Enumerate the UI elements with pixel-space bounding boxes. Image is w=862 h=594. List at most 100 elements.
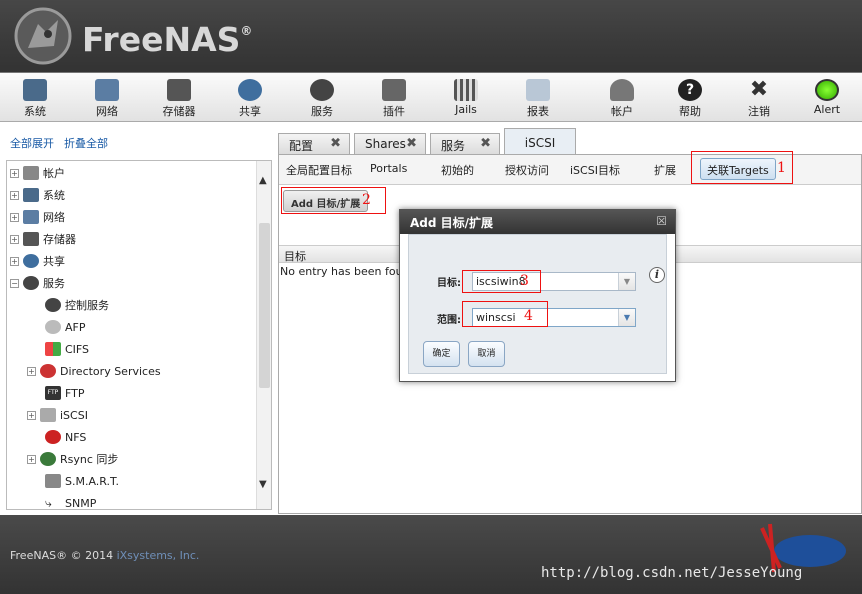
close-tab-icon[interactable]: ✖ (480, 136, 491, 151)
subtab-authorized-access[interactable]: 授权访问 (505, 162, 549, 178)
toolbar-jails-button[interactable]: Jails (436, 77, 496, 121)
expand-toggle-icon[interactable]: + (27, 454, 36, 464)
services-icon (310, 79, 334, 101)
toolbar-plugins-button[interactable]: 插件 (364, 77, 424, 121)
scrollbar-thumb[interactable] (259, 223, 270, 388)
chevron-down-icon[interactable]: ▼ (618, 273, 635, 290)
toolbar-reporting-button[interactable]: 报表 (508, 77, 568, 121)
tree-item-directory-services[interactable]: + Directory Services (27, 361, 161, 381)
freenas-logo-icon (14, 7, 72, 65)
subtab-target-global-config[interactable]: 全局配置目标 (286, 162, 352, 178)
close-tab-icon[interactable]: ✖ (330, 136, 341, 151)
watermark-text: http://blog.csdn.net/JesseYoung (541, 565, 803, 581)
tree-item-account[interactable]: + 帐户 (10, 163, 65, 183)
tab-services[interactable]: 服务 ✖ (430, 133, 500, 154)
storage-icon (23, 232, 39, 246)
scroll-up-icon[interactable]: ▲ (259, 175, 267, 186)
subtab-iscsi-targets[interactable]: iSCSI目标 (570, 162, 620, 178)
rsync-icon (40, 452, 56, 466)
extent-select[interactable]: winscsi ▼ (472, 308, 636, 327)
subtab-extents[interactable]: 扩展 (654, 162, 676, 178)
toolbar-services-button[interactable]: 服务 (292, 77, 352, 121)
toolbar-storage-button[interactable]: 存储器 (149, 77, 209, 121)
expand-toggle-icon[interactable]: + (10, 256, 19, 266)
add-target-extent-button[interactable]: Add 目标/扩展 (283, 190, 369, 212)
tree-item-afp[interactable]: AFP (45, 317, 86, 337)
toolbar-logout-button[interactable]: ✖ 注销 (729, 77, 789, 121)
tab-shares[interactable]: Shares ✖ (354, 133, 426, 154)
footer-copyright: FreeNAS® © 2014 iXsystems, Inc. (10, 549, 200, 562)
close-tab-icon[interactable]: ✖ (406, 136, 417, 151)
tab-iscsi[interactable]: iSCSI (504, 128, 576, 155)
tree-item-iscsi[interactable]: + iSCSI (27, 405, 88, 425)
collapse-all-link[interactable]: 折叠全部 (64, 137, 108, 150)
toolbar-help-button[interactable]: ? 帮助 (660, 77, 720, 121)
snmp-icon: ⤷ (45, 496, 52, 510)
windows-icon (45, 342, 61, 356)
chevron-down-icon[interactable]: ▼ (618, 309, 635, 326)
company-link[interactable]: iXsystems, Inc. (117, 549, 200, 562)
toolbar-account-button[interactable]: 帐户 (592, 77, 652, 121)
system-icon (23, 79, 47, 101)
toolbar-network-button[interactable]: 网络 (77, 77, 137, 121)
target-select[interactable]: iscsiwin8 ▼ (472, 272, 636, 291)
alert-icon (815, 79, 839, 101)
plugins-icon (382, 79, 406, 101)
help-icon: ? (678, 79, 702, 101)
expand-toggle-icon[interactable]: + (27, 366, 36, 376)
tree-item-smart[interactable]: S.M.A.R.T. (45, 471, 119, 491)
annotation-number-2: 2 (362, 192, 371, 208)
tree-item-services[interactable]: − 服务 (10, 273, 65, 293)
extent-label: 范围: (437, 315, 461, 326)
close-dialog-icon[interactable]: ☒ (656, 214, 667, 228)
ok-button[interactable]: 确定 (423, 341, 460, 367)
expand-toggle-icon[interactable]: + (10, 190, 19, 200)
iscsi-subtabs: 全局配置目标 Portals 初始的 授权访问 iSCSI目标 扩展 关联Tar… (279, 155, 861, 185)
collapse-toggle-icon[interactable]: − (10, 278, 19, 288)
cancel-button[interactable]: 取消 (468, 341, 505, 367)
tree-item-sharing[interactable]: + 共享 (10, 251, 65, 271)
logout-icon: ✖ (749, 77, 769, 102)
expand-toggle-icon[interactable]: + (10, 234, 19, 244)
tree-item-network[interactable]: + 网络 (10, 207, 65, 227)
subtab-initiators[interactable]: 初始的 (441, 162, 474, 178)
app-logo-text: FreeNAS® (82, 20, 253, 59)
tab-config[interactable]: 配置 ✖ (278, 133, 350, 154)
tree-item-storage[interactable]: + 存储器 (10, 229, 76, 249)
smart-icon (45, 474, 61, 488)
annotation-number-4: 4 (524, 308, 533, 324)
tree-item-system[interactable]: + 系统 (10, 185, 65, 205)
tree-item-snmp[interactable]: ⤷ SNMP (45, 493, 96, 510)
expand-all-link[interactable]: 全部展开 (10, 137, 54, 150)
main-toolbar: 系统 网络 存储器 共享 服务 插件 Jails 报表 帐户 ? 帮助 ✖ 注销 A… (0, 72, 862, 122)
tree-item-cifs[interactable]: CIFS (45, 339, 89, 359)
annotation-number-3: 3 (520, 273, 529, 289)
jails-icon (454, 79, 478, 101)
info-icon[interactable]: i (649, 267, 665, 283)
subtab-associated-targets[interactable]: 关联Targets (700, 158, 776, 180)
toolbar-alert-button[interactable]: Alert (797, 77, 857, 121)
directory-icon (40, 364, 56, 378)
expand-toggle-icon[interactable]: + (10, 168, 19, 178)
scroll-down-icon[interactable]: ▼ (259, 479, 267, 490)
sidebar-tree: + 帐户 + 系统 + 网络 + 存储器 + 共享 − 服务 控制服务 AFP CIFS +… (6, 160, 272, 510)
nfs-icon (45, 430, 61, 444)
system-icon (23, 188, 39, 202)
tree-scrollbar[interactable]: ▲ ▼ (256, 161, 271, 509)
tree-item-control-services[interactable]: 控制服务 (45, 295, 109, 315)
subtab-portals[interactable]: Portals (370, 162, 407, 175)
expand-toggle-icon[interactable]: + (10, 212, 19, 222)
expand-toggle-icon[interactable]: + (27, 410, 36, 420)
toolbar-system-button[interactable]: 系统 (5, 77, 65, 121)
toolbar-sharing-button[interactable]: 共享 (220, 77, 280, 121)
target-label: 目标: (437, 278, 461, 289)
app-footer: FreeNAS® © 2014 iXsystems, Inc. (0, 515, 862, 594)
dialog-title: Add 目标/扩展 (400, 210, 675, 234)
tree-item-ftp[interactable]: FTP FTP (45, 383, 85, 403)
services-icon (23, 276, 39, 290)
tree-item-nfs[interactable]: NFS (45, 427, 86, 447)
tree-item-rsync[interactable]: + Rsync 同步 (27, 449, 118, 469)
annotation-number-1: 1 (777, 160, 786, 176)
sharing-icon (238, 79, 262, 101)
network-icon (23, 210, 39, 224)
